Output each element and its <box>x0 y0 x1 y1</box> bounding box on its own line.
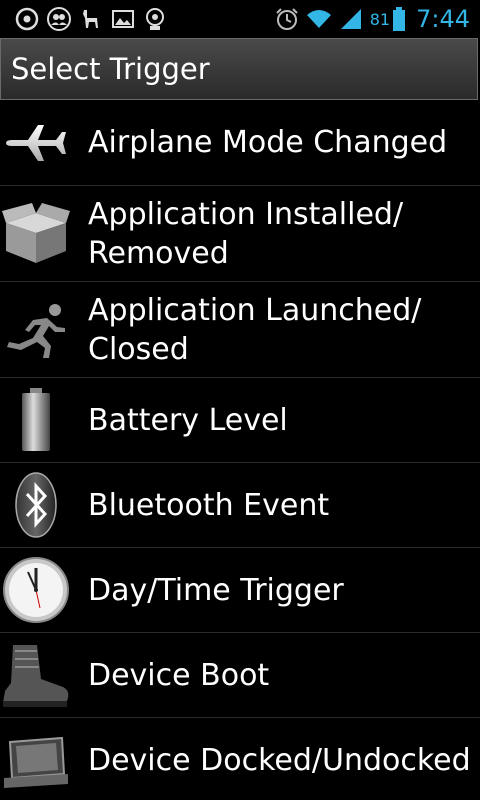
battery-icon <box>0 378 72 463</box>
battery-percent: 81 <box>369 9 391 29</box>
running-man-icon <box>0 282 72 378</box>
status-left-icons <box>0 6 168 32</box>
notification-circle-icon <box>14 6 40 32</box>
people-icon <box>46 6 72 32</box>
trigger-device-docked[interactable]: Device Docked/Undocked <box>0 718 480 800</box>
boot-icon <box>0 633 72 718</box>
signal-icon <box>338 6 364 32</box>
app-icon <box>142 6 168 32</box>
bluetooth-icon <box>0 463 72 548</box>
clock-icon <box>0 548 72 633</box>
trigger-label: Battery Level <box>88 402 288 438</box>
trigger-label: Airplane Mode Changed <box>88 125 448 160</box>
trigger-application-installed[interactable]: Application Installed/ Removed <box>0 186 480 282</box>
trigger-battery-level[interactable]: Battery Level <box>0 378 480 463</box>
image-icon <box>110 6 136 32</box>
trigger-day-time[interactable]: Day/Time Trigger <box>0 548 480 633</box>
trigger-label: Application Installed/ Removed <box>88 196 404 271</box>
trigger-label: Bluetooth Event <box>88 487 330 523</box>
dock-icon <box>0 718 72 800</box>
trigger-application-launched[interactable]: Application Launched/ Closed <box>0 282 480 378</box>
alarm-clock-icon <box>274 6 300 32</box>
screen: 81 7:44 Select Trigger Airplane Mode Cha… <box>0 0 480 800</box>
trigger-airplane-mode[interactable]: Airplane Mode Changed <box>0 100 480 186</box>
trigger-label: Application Launched/ Closed <box>88 292 422 367</box>
airplane-icon <box>0 100 72 186</box>
llama-icon <box>78 6 104 32</box>
trigger-label: Device Docked/Undocked <box>88 743 471 778</box>
status-right-icons: 81 7:44 <box>274 5 480 33</box>
trigger-bluetooth-event[interactable]: Bluetooth Event <box>0 463 480 548</box>
trigger-label: Day/Time Trigger <box>88 572 344 608</box>
trigger-device-boot[interactable]: Device Boot <box>0 633 480 718</box>
status-bar: 81 7:44 <box>0 0 480 38</box>
page-title: Select Trigger <box>11 52 210 86</box>
trigger-list: Airplane Mode Changed Application Instal… <box>0 100 480 800</box>
package-box-icon <box>0 186 72 282</box>
trigger-label: Device Boot <box>88 657 270 693</box>
battery-icon <box>392 6 406 32</box>
wifi-icon <box>306 6 332 32</box>
title-bar: Select Trigger <box>0 38 478 100</box>
clock: 7:44 <box>416 5 470 33</box>
